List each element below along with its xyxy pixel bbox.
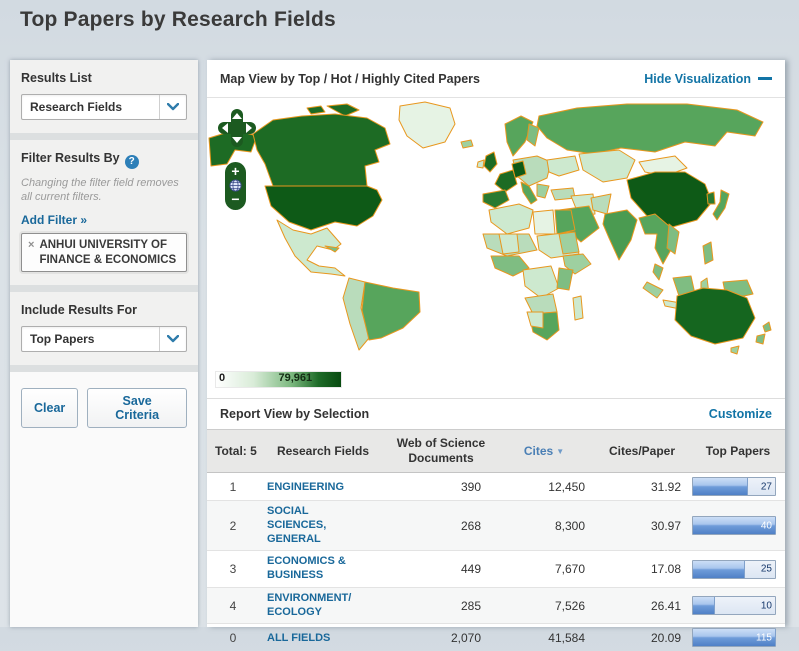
column-header-research-fields[interactable]: Research Fields	[259, 430, 387, 473]
world-choropleth-map[interactable]	[207, 98, 785, 360]
main-panel: Map View by Top /​ Hot /​ Highly Cited P…	[207, 60, 785, 627]
table-row: 3 ECONOMICS & BUSINESS 449 7,670 17.08 2…	[207, 551, 785, 588]
map-legend-gradient: 0 79,961	[215, 371, 342, 388]
legend-max-value: 79,961	[279, 372, 313, 384]
row-rank: 1	[207, 473, 259, 501]
column-header-wos-documents[interactable]: Web of Science Documents	[387, 430, 495, 473]
hide-visualization-label: Hide Visualization	[644, 72, 751, 86]
cites-value: 7,526	[495, 587, 593, 624]
map-pan-control[interactable]	[217, 108, 257, 148]
map-view-header: Map View by Top /​ Hot /​ Highly Cited P…	[207, 60, 785, 98]
sidebar-buttons: Clear Save Criteria	[10, 372, 198, 444]
filter-results-section: Filter Results By? Changing the filter f…	[10, 140, 198, 285]
report-view-title: Report View by Selection	[220, 407, 369, 421]
wos-documents-value: 2,070	[387, 624, 495, 651]
wos-documents-value: 390	[387, 473, 495, 501]
hide-visualization-link[interactable]: Hide Visualization	[644, 72, 772, 86]
cites-per-paper-value: 20.09	[593, 624, 691, 651]
row-rank: 4	[207, 587, 259, 624]
research-field-link[interactable]: SOCIAL SCIENCES, GENERAL	[267, 505, 369, 546]
table-header-row: Total: 5 Research Fields Web of Science …	[207, 430, 785, 473]
active-filter-name: ANHUI UNIVERSITY OF FINANCE & ECONOMICS	[39, 238, 180, 267]
top-papers-bar-fill	[693, 561, 745, 578]
active-filter-tag[interactable]: × ANHUI UNIVERSITY OF FINANCE & ECONOMIC…	[21, 233, 187, 272]
results-list-selected-value: Research Fields	[22, 100, 122, 114]
cites-per-paper-value: 17.08	[593, 551, 691, 588]
column-header-cites[interactable]: Cites▼	[495, 430, 593, 473]
add-filter-link[interactable]: Add Filter »	[21, 213, 87, 227]
cites-value: 12,450	[495, 473, 593, 501]
include-results-label: Include Results For	[21, 303, 187, 317]
table-row: 2 SOCIAL SCIENCES, GENERAL 268 8,300 30.…	[207, 501, 785, 551]
research-field-link[interactable]: ENVIRONMENT/​ECOLOGY	[267, 592, 369, 620]
top-papers-bar: 25	[692, 560, 776, 579]
map-canvas: + − 0 79,961	[207, 98, 785, 398]
remove-filter-icon[interactable]: ×	[28, 238, 34, 267]
top-papers-value: 10	[761, 600, 772, 611]
legend-min-value: 0	[219, 372, 225, 384]
collapse-icon	[758, 77, 772, 80]
save-criteria-button[interactable]: Save Criteria	[87, 388, 187, 428]
column-header-cites-per-paper[interactable]: Cites/​Paper	[593, 430, 691, 473]
section-divider	[10, 285, 198, 292]
map-view-title: Map View by Top /​ Hot /​ Highly Cited P…	[220, 72, 480, 86]
top-papers-bar: 10	[692, 596, 776, 615]
chevron-down-icon	[159, 95, 186, 119]
top-papers-bar: 27	[692, 477, 776, 496]
results-list-label: Results List	[21, 71, 187, 85]
top-papers-value: 115	[756, 632, 772, 643]
column-header-top-papers[interactable]: Top Papers	[691, 430, 785, 473]
zoom-in-button[interactable]: +	[231, 165, 239, 178]
include-results-selected-value: Top Papers	[22, 332, 94, 346]
report-table: Total: 5 Research Fields Web of Science …	[207, 429, 785, 651]
cites-header-label: Cites	[524, 444, 553, 458]
filters-sidebar: Results List Research Fields Filter Resu…	[10, 60, 198, 627]
results-list-dropdown[interactable]: Research Fields	[21, 94, 187, 120]
chevron-down-icon	[159, 327, 186, 351]
section-divider	[10, 133, 198, 140]
top-papers-value: 25	[761, 564, 772, 575]
table-row: 1 ENGINEERING 390 12,450 31.92 27	[207, 473, 785, 501]
table-row: 4 ENVIRONMENT/​ECOLOGY 285 7,526 26.41 1…	[207, 587, 785, 624]
filter-results-label: Filter Results By?	[21, 151, 187, 169]
cites-per-paper-value: 30.97	[593, 501, 691, 551]
top-papers-value: 27	[761, 481, 772, 492]
research-field-link[interactable]: ALL FIELDS	[267, 632, 330, 646]
wos-documents-value: 285	[387, 587, 495, 624]
customize-link[interactable]: Customize	[709, 407, 772, 421]
include-results-dropdown[interactable]: Top Papers	[21, 326, 187, 352]
cites-per-paper-value: 26.41	[593, 587, 691, 624]
results-list-section: Results List Research Fields	[10, 60, 198, 133]
cites-value: 8,300	[495, 501, 593, 551]
top-papers-bar-fill	[693, 478, 748, 495]
filter-note: Changing the filter field removes all cu…	[21, 176, 187, 206]
clear-button[interactable]: Clear	[21, 388, 78, 428]
zoom-out-button[interactable]: −	[231, 193, 239, 206]
map-zoom-control: + −	[225, 162, 246, 210]
top-papers-bar: 40	[692, 516, 776, 535]
help-icon[interactable]: ?	[125, 155, 139, 169]
top-papers-bar-fill	[693, 597, 715, 614]
table-row: 0 ALL FIELDS 2,070 41,584 20.09 115	[207, 624, 785, 651]
wos-documents-value: 268	[387, 501, 495, 551]
section-divider	[10, 365, 198, 372]
research-field-link[interactable]: ENGINEERING	[267, 481, 344, 495]
row-rank: 3	[207, 551, 259, 588]
cites-value: 7,670	[495, 551, 593, 588]
cites-per-paper-value: 31.92	[593, 473, 691, 501]
include-results-section: Include Results For Top Papers	[10, 292, 198, 365]
report-view-header: Report View by Selection Customize	[207, 398, 785, 429]
top-papers-value: 40	[761, 520, 772, 531]
total-count-label: Total: 5	[207, 430, 259, 473]
wos-documents-value: 449	[387, 551, 495, 588]
research-field-link[interactable]: ECONOMICS & BUSINESS	[267, 555, 369, 583]
row-rank: 0	[207, 624, 259, 651]
top-papers-bar: 115	[692, 628, 776, 647]
cites-value: 41,584	[495, 624, 593, 651]
row-rank: 2	[207, 501, 259, 551]
sort-descending-icon: ▼	[556, 447, 564, 456]
page-title: Top Papers by Research Fields	[20, 8, 336, 32]
filter-results-label-text: Filter Results By	[21, 151, 120, 165]
